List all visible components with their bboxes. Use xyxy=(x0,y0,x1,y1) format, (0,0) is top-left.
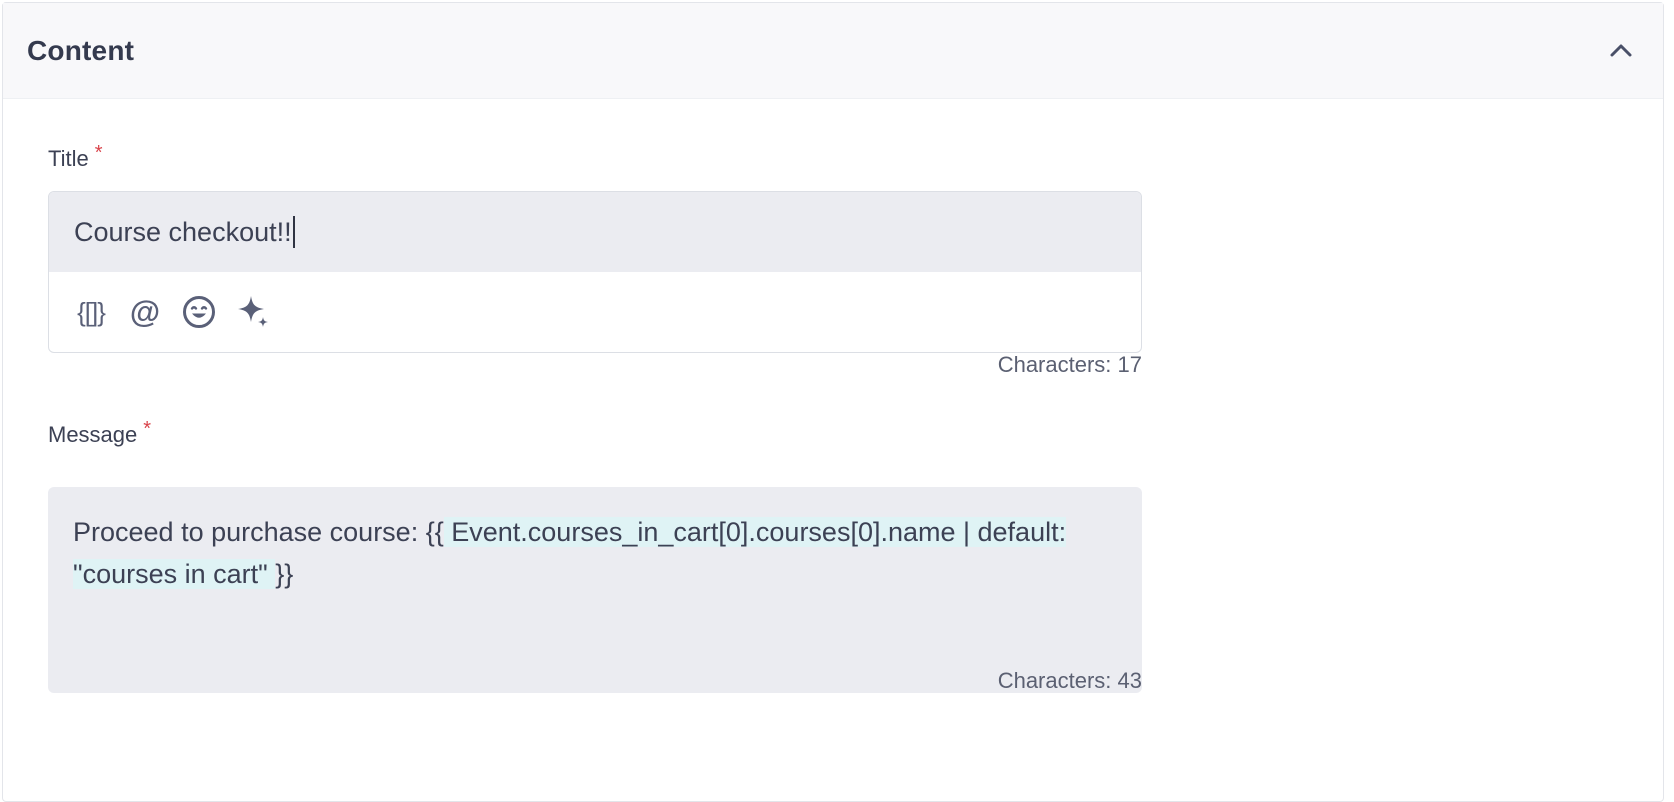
mention-button[interactable]: @ xyxy=(127,294,163,330)
message-text: Proceed to purchase course: xyxy=(73,517,426,547)
message-label-text: Message xyxy=(48,422,138,447)
title-label: Title * xyxy=(48,142,103,172)
panel-title: Content xyxy=(27,34,135,66)
ai-assist-button[interactable] xyxy=(235,294,271,330)
liquid-open-brace: {{ xyxy=(425,517,444,547)
title-char-count: Characters: 17 xyxy=(997,352,1142,377)
required-asterisk: * xyxy=(143,418,152,440)
required-asterisk: * xyxy=(94,142,103,164)
mention-icon: @ xyxy=(129,294,161,329)
personalization-icon: {[]} xyxy=(77,296,106,327)
panel-header[interactable]: Content xyxy=(3,3,1663,99)
text-caret xyxy=(292,216,295,248)
message-char-count: Characters: 43 xyxy=(997,668,1142,693)
ai-sparkle-icon xyxy=(238,296,268,327)
liquid-close-brace: }} xyxy=(275,559,294,589)
emoji-button[interactable] xyxy=(181,294,217,330)
emoji-icon xyxy=(183,296,215,328)
chevron-up-icon xyxy=(1610,44,1632,56)
title-input[interactable]: Course checkout!! xyxy=(49,192,1141,272)
personalization-button[interactable]: {[]} xyxy=(73,294,109,330)
title-label-text: Title xyxy=(48,146,89,171)
title-toolbar: {[]} @ xyxy=(49,272,1141,352)
message-textarea[interactable]: Proceed to purchase course: {{ Event.cou… xyxy=(48,487,1142,693)
message-label: Message * xyxy=(48,418,152,448)
title-input-value: Course checkout!! xyxy=(74,216,292,247)
collapse-button[interactable] xyxy=(1601,31,1641,71)
title-editor: Course checkout!! {[]} @ xyxy=(48,191,1142,353)
